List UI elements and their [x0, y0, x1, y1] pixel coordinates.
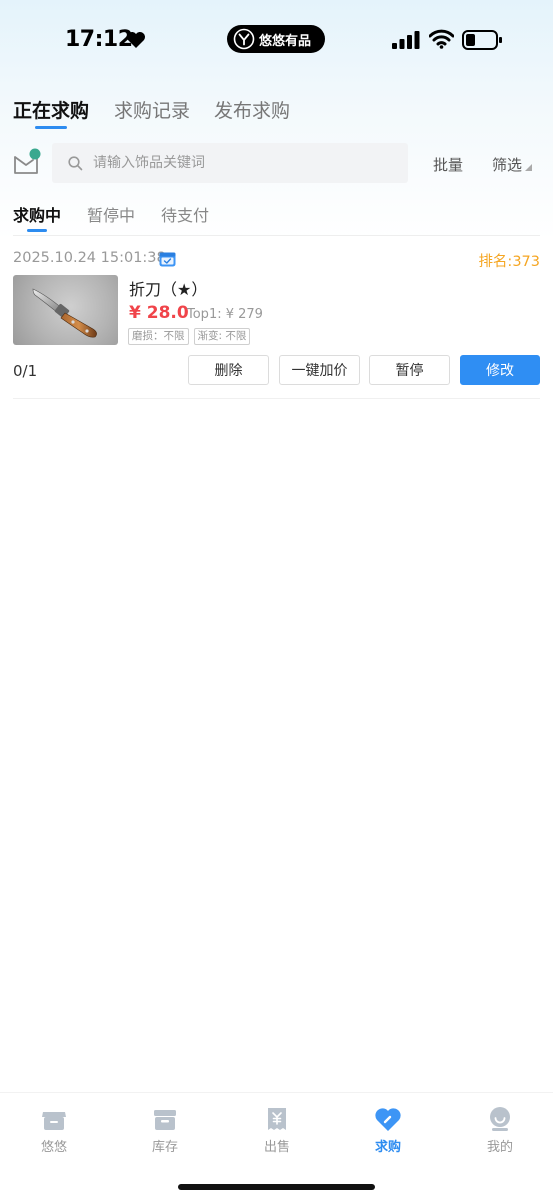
raise-price-button[interactable]: 一键加价 [279, 355, 360, 385]
gradient-tag: 渐变: 不限 [193, 328, 251, 345]
item-name: 折刀（★） [129, 280, 208, 299]
home-indicator[interactable] [178, 1184, 375, 1190]
calendar-check-icon [159, 252, 176, 267]
subtab-indicator [27, 229, 47, 232]
edit-button[interactable]: 修改 [460, 355, 540, 385]
subtab-buying[interactable]: 求购中 [13, 202, 61, 226]
app-indicator-label: 悠悠有品 [259, 33, 312, 49]
rank-badge: 排名:373 [478, 254, 540, 270]
batch-button[interactable]: 批量 [433, 154, 463, 175]
subtab-paused[interactable]: 暂停中 [87, 202, 135, 226]
delete-button[interactable]: 删除 [188, 355, 269, 385]
youpin-logo-icon [233, 28, 255, 50]
filter-label: 筛选 [492, 156, 523, 174]
item-tags: 磨损：不限 渐变: 不限 [128, 328, 255, 345]
nav-label: 我的 [486, 1140, 513, 1155]
cellular-signal-icon [392, 31, 420, 49]
nav-item-inventory[interactable]: 库存 [135, 1105, 195, 1155]
folding-knife-image [32, 288, 97, 338]
tab-active-buying[interactable]: 正在求购 [13, 96, 89, 123]
tab-buying-history[interactable]: 求购记录 [114, 96, 190, 123]
triangle-corner-icon [525, 164, 533, 171]
main-tab-indicator [35, 126, 67, 129]
status-time: 17:12 [65, 27, 133, 52]
nav-item-sell[interactable]: 出售 [247, 1105, 307, 1155]
divider [13, 235, 540, 236]
nav-label: 出售 [263, 1140, 290, 1155]
nav-label: 求购 [374, 1140, 401, 1155]
search-input[interactable] [91, 154, 395, 172]
nav-label: 库存 [151, 1140, 178, 1155]
fulfilled-count: 0/1 [13, 362, 38, 380]
filter-button[interactable]: 筛选 [492, 154, 533, 175]
message-inbox-icon[interactable] [11, 146, 43, 178]
battery-icon [462, 30, 502, 50]
app-indicator-pill[interactable]: 悠悠有品 [227, 25, 325, 53]
nav-label: 悠悠 [40, 1140, 67, 1155]
heart-icon [127, 32, 145, 48]
top1-price: Top1: ¥ 279 [187, 307, 263, 322]
shop-icon [42, 1112, 66, 1130]
status-bar: 17:12 悠悠有品 [0, 0, 553, 80]
item-thumbnail[interactable] [13, 275, 118, 345]
tab-publish-buying[interactable]: 发布求购 [214, 96, 290, 123]
divider [13, 398, 540, 399]
receipt-icon [268, 1108, 286, 1130]
pause-button[interactable]: 暂停 [369, 355, 450, 385]
heart-tag-icon [375, 1108, 401, 1131]
subtab-pending-payment[interactable]: 待支付 [161, 202, 209, 226]
nav-item-home[interactable]: 悠悠 [24, 1105, 84, 1155]
search-bar[interactable] [52, 143, 408, 183]
wifi-icon [429, 29, 454, 49]
search-icon [68, 155, 83, 170]
item-price: ¥ 28.0 [129, 303, 189, 323]
box-icon [154, 1110, 176, 1130]
wear-tag: 磨损：不限 [128, 328, 189, 345]
nav-item-buying[interactable]: 求购 [358, 1105, 418, 1155]
order-date: 2025.10.24 15:01:38 [13, 250, 166, 266]
profile-icon [490, 1107, 510, 1131]
nav-item-profile[interactable]: 我的 [470, 1105, 530, 1155]
